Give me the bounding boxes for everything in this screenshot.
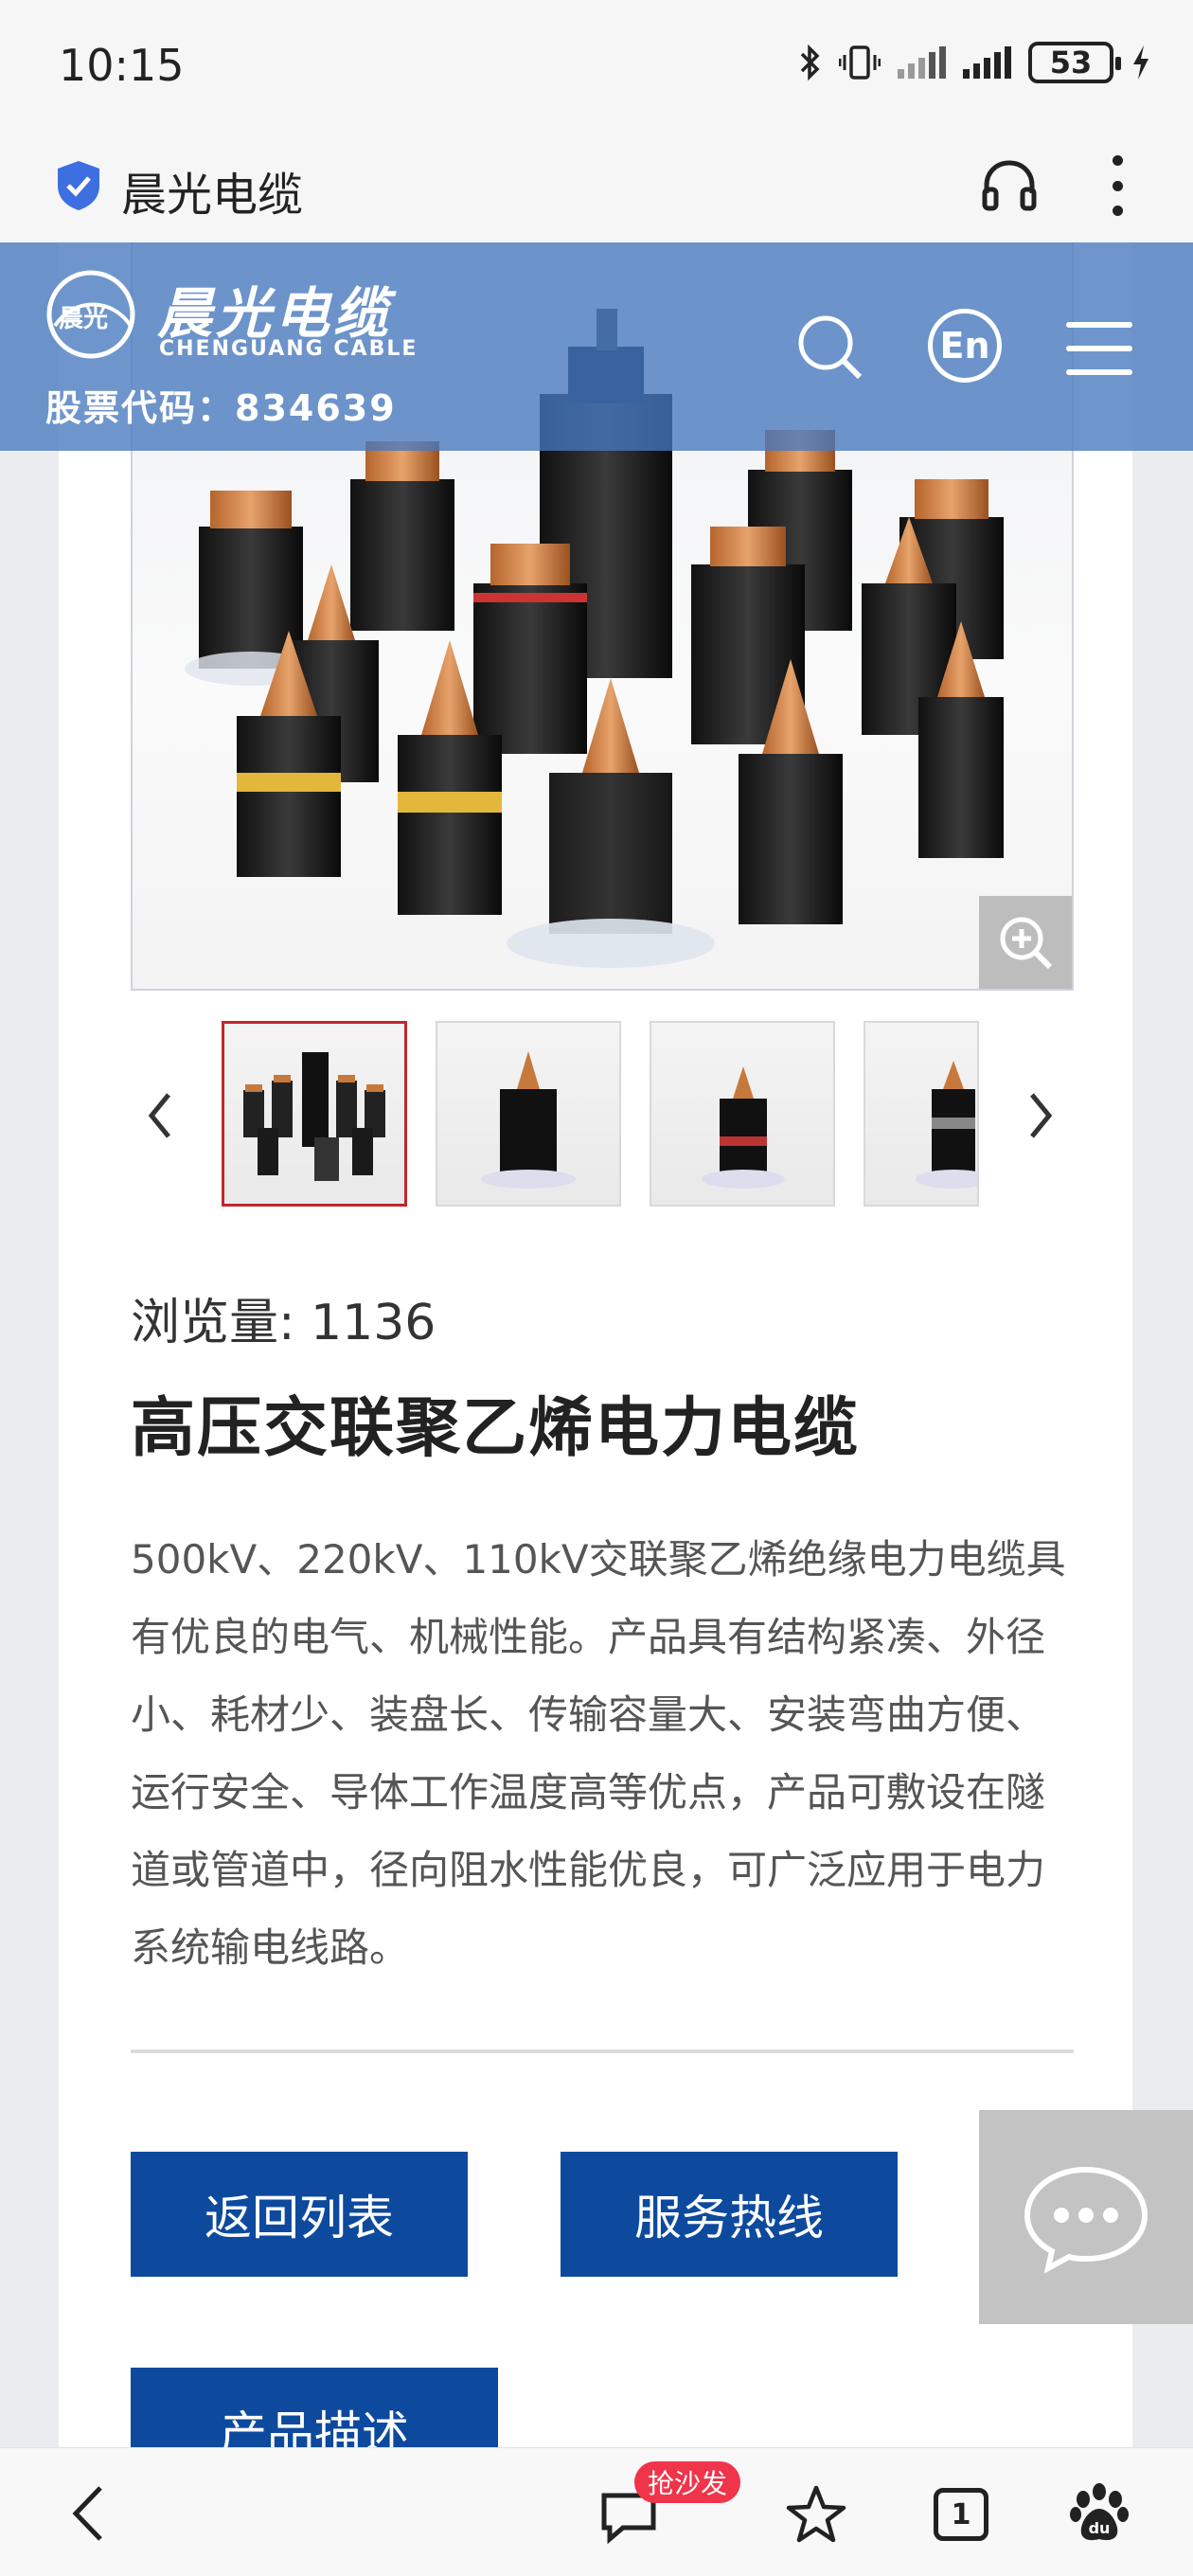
zoom-in-button[interactable]: [979, 896, 1072, 989]
browser-bottom-nav: 抢沙发 1 du: [0, 2447, 1193, 2576]
shield-icon: [58, 161, 99, 210]
zoom-in-icon: [1000, 917, 1053, 970]
bluetooth-icon: [800, 44, 820, 81]
back-to-list-button[interactable]: 返回列表: [131, 2152, 468, 2277]
thumbnail-next-icon[interactable]: [1023, 1087, 1060, 1144]
baidu-paw-icon[interactable]: du: [1068, 2482, 1131, 2545]
stock-code: 股票代码：834639: [45, 387, 397, 429]
system-icons: 53: [799, 42, 1151, 83]
product-description-tab[interactable]: 产品描述: [131, 2368, 498, 2447]
thumbnail-item[interactable]: [864, 1021, 979, 1207]
divider: [131, 2049, 1074, 2053]
signal-icon: [963, 46, 1011, 79]
product-description: 500kV、220kV、110kV交联聚乙烯绝缘电力电缆具有优良的电气、机械性能…: [131, 1536, 1066, 1971]
menu-icon[interactable]: [1066, 322, 1132, 375]
battery-indicator: 53: [1028, 42, 1121, 83]
thumbnail-item[interactable]: [650, 1021, 835, 1207]
thumbnail-item[interactable]: [222, 1021, 407, 1207]
browser-toolbar: 晨光电缆: [0, 133, 1193, 242]
company-logo-en: CHENGUANG CABLE: [159, 337, 418, 361]
product-title: 高压交联聚乙烯电力电缆: [131, 1391, 861, 1466]
star-icon[interactable]: [786, 2484, 846, 2545]
more-icon[interactable]: [1106, 155, 1129, 216]
comment-badge[interactable]: 抢沙发: [634, 2461, 741, 2503]
language-switch-button[interactable]: En: [928, 309, 1002, 383]
svg-text:du: du: [1089, 2519, 1111, 2537]
back-icon[interactable]: [62, 2482, 116, 2545]
page-margin-left: [0, 242, 59, 2447]
online-chat-button[interactable]: [979, 2110, 1193, 2324]
clock: 10:15: [59, 40, 185, 91]
site-header: 晨光 晨光电缆 CHENGUANG CABLE 股票代码：834639 En: [0, 242, 1193, 451]
site-name[interactable]: 晨光电缆: [121, 157, 303, 224]
thumbnail-prev-icon[interactable]: [140, 1087, 178, 1144]
tabs-count-button[interactable]: 1: [934, 2488, 988, 2541]
headphone-icon[interactable]: [979, 155, 1040, 216]
status-bar: 10:15 53: [0, 0, 1193, 133]
vibrate-icon: [839, 45, 881, 80]
charging-icon: [1133, 45, 1148, 80]
signal-icon: [898, 46, 946, 79]
logo-mark-text: 晨光: [59, 305, 109, 333]
thumbnail-strip: [222, 1021, 979, 1207]
view-count: 浏览量: 1136: [131, 1295, 436, 1351]
thumbnail-item[interactable]: [436, 1021, 621, 1207]
search-icon[interactable]: [795, 313, 864, 381]
service-hotline-button[interactable]: 服务热线: [561, 2152, 898, 2277]
chat-bubble-icon: [1024, 2166, 1148, 2274]
